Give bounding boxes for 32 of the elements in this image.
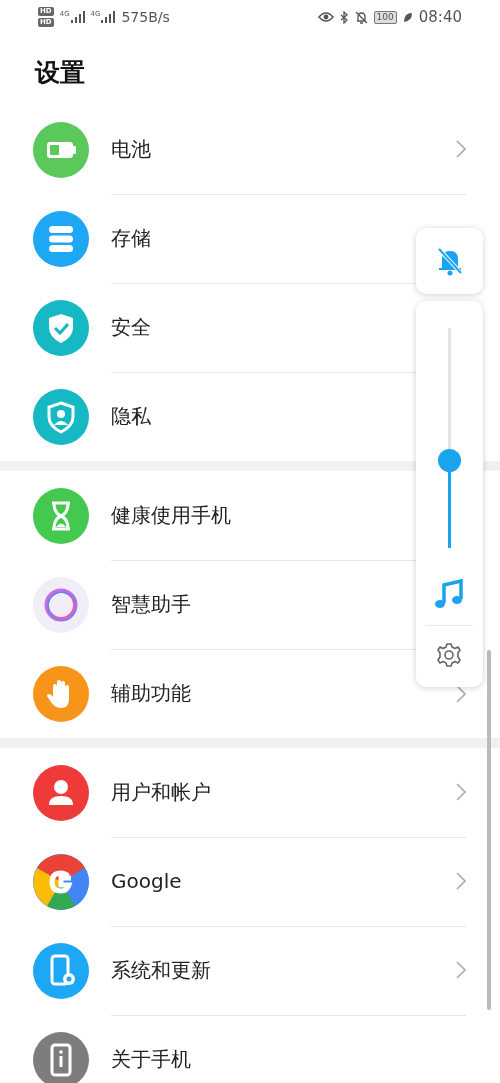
music-note-icon[interactable]: [434, 579, 464, 611]
setting-label: 关于手机: [111, 1046, 191, 1073]
settings-row[interactable]: 关于手机: [0, 1015, 500, 1083]
settings-icon[interactable]: [436, 642, 462, 668]
bell-off-icon: [354, 10, 368, 24]
battery-level: 100: [373, 10, 397, 24]
setting-label: 隐私: [111, 403, 151, 430]
network-speed: 575B/s: [121, 9, 170, 25]
setting-label: 安全: [111, 313, 151, 341]
signal-icon: [101, 10, 116, 24]
settings-row[interactable]: 隐私: [0, 372, 500, 461]
settings-row[interactable]: Google: [0, 837, 500, 926]
eye-icon: [317, 11, 334, 23]
setting-label: 辅助功能: [111, 680, 191, 707]
settings-row[interactable]: 用户和帐户: [0, 748, 500, 837]
bluetooth-icon: [339, 10, 349, 24]
mute-button[interactable]: [416, 228, 483, 294]
leaf-icon: [402, 11, 413, 23]
setting-label: 存储: [111, 224, 151, 252]
bell-off-icon: [435, 246, 464, 276]
setting-label: Google: [111, 869, 182, 893]
clock: 08:40: [418, 8, 462, 26]
setting-label: 电池: [111, 135, 151, 163]
setting-label: 智慧助手: [111, 590, 191, 618]
settings-row[interactable]: 电池: [0, 105, 500, 194]
slider-thumb[interactable]: [438, 449, 461, 472]
setting-label: 健康使用手机: [111, 501, 231, 529]
setting-label: 用户和帐户: [111, 778, 211, 806]
setting-label: 系统和更新: [111, 956, 211, 984]
settings-row[interactable]: 系统和更新: [0, 926, 500, 1015]
signal-icon: [70, 10, 85, 24]
page-title: 设置: [33, 57, 86, 89]
